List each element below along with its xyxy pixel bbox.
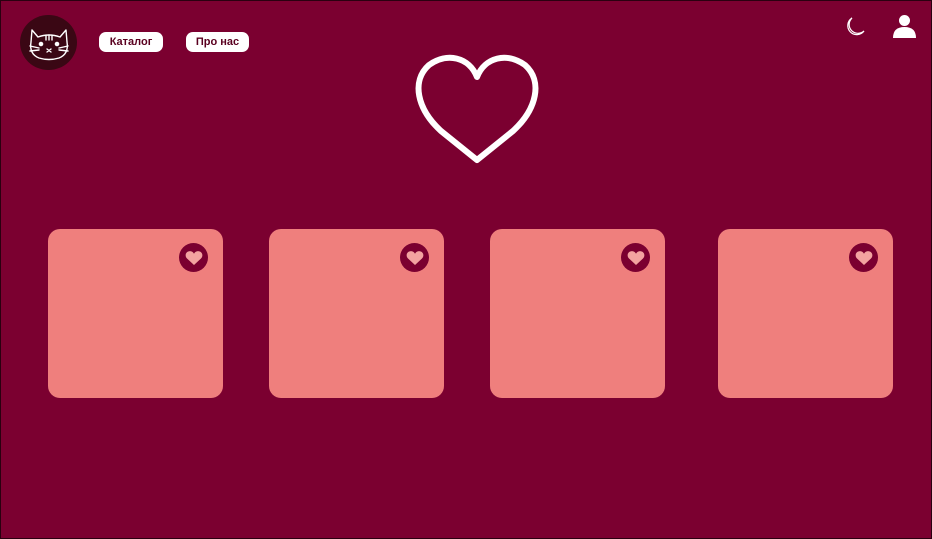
favorite-button[interactable] xyxy=(179,243,208,272)
cat-face-icon xyxy=(28,28,69,60)
page: Каталог Про нас xyxy=(0,0,932,539)
product-card[interactable] xyxy=(269,229,444,398)
logo[interactable] xyxy=(20,15,77,70)
user-icon[interactable] xyxy=(892,14,917,38)
moon-icon[interactable] xyxy=(843,15,867,39)
favorite-button[interactable] xyxy=(849,243,878,272)
heart-outline-icon xyxy=(415,54,539,163)
heart-icon xyxy=(627,250,644,265)
product-card[interactable] xyxy=(718,229,893,398)
heart-icon xyxy=(855,250,872,265)
product-card[interactable] xyxy=(48,229,223,398)
nav-catalog-button[interactable]: Каталог xyxy=(99,32,163,52)
heart-icon xyxy=(406,250,423,265)
product-card[interactable] xyxy=(490,229,665,398)
favorite-button[interactable] xyxy=(400,243,429,272)
nav-about-button[interactable]: Про нас xyxy=(186,32,249,52)
favorite-button[interactable] xyxy=(621,243,650,272)
heart-icon xyxy=(185,250,202,265)
